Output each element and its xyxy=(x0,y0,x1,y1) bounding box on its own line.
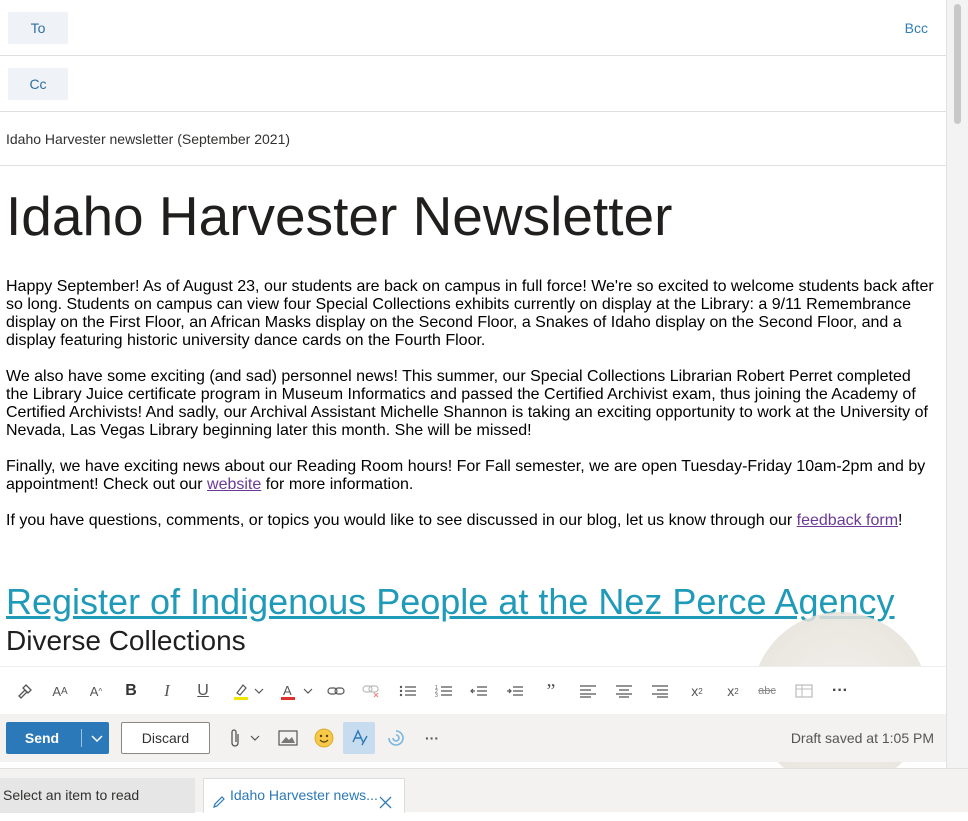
superscript-icon[interactable]: x2 xyxy=(684,679,710,703)
format-toolbar: AA A ^ B I U A 123 ” x2 x2 abc ··· xyxy=(0,666,946,714)
website-link[interactable]: website xyxy=(207,476,261,493)
bold-icon[interactable]: B xyxy=(118,679,144,703)
paragraph-4-tail: ! xyxy=(898,512,903,529)
to-row: To Bcc xyxy=(0,0,946,56)
format-painter-icon[interactable] xyxy=(12,679,38,703)
paragraph-4-text: If you have questions, comments, or topi… xyxy=(6,512,797,529)
scrollbar-thumb[interactable] xyxy=(954,4,961,124)
discard-button[interactable]: Discard xyxy=(121,722,210,754)
send-label: Send xyxy=(24,730,60,746)
paragraph-2: We also have some exciting (and sad) per… xyxy=(6,368,928,439)
subscript-icon[interactable]: x2 xyxy=(720,679,746,703)
paragraph-4: If you have questions, comments, or topi… xyxy=(6,512,934,530)
font-size-icon[interactable]: A ^ xyxy=(83,679,109,703)
align-right-icon[interactable] xyxy=(647,679,673,703)
insert-table-icon[interactable] xyxy=(791,679,817,703)
editor-icon[interactable] xyxy=(343,722,375,754)
send-divider xyxy=(81,729,82,747)
cc-button[interactable]: Cc xyxy=(8,68,68,100)
insert-picture-icon[interactable] xyxy=(276,726,300,750)
scrollbar[interactable] xyxy=(946,0,968,768)
strikethrough-icon[interactable]: abc xyxy=(754,679,780,703)
quote-icon[interactable]: ” xyxy=(538,679,564,703)
tab-draft[interactable]: Idaho Harvester news... xyxy=(203,778,405,813)
tab-reading-pane[interactable]: Select an item to read xyxy=(0,778,195,813)
feedback-form-link[interactable]: feedback form xyxy=(797,512,898,529)
pencil-icon xyxy=(212,788,226,821)
subject-text: Idaho Harvester newsletter (September 20… xyxy=(6,131,291,147)
attach-chevron-down-icon[interactable] xyxy=(246,726,264,750)
to-button[interactable]: To xyxy=(8,12,68,44)
draft-status: Draft saved at 1:05 PM xyxy=(790,730,934,746)
font-color-chevron-down-icon[interactable] xyxy=(298,679,318,703)
bcc-link[interactable]: Bcc xyxy=(905,20,928,36)
numbering-icon[interactable]: 123 xyxy=(431,679,457,703)
underline-icon[interactable]: U xyxy=(190,679,216,703)
align-left-icon[interactable] xyxy=(575,679,601,703)
emoji-icon[interactable] xyxy=(312,726,336,750)
subject-field[interactable]: Idaho Harvester newsletter (September 20… xyxy=(0,112,946,166)
more-options-icon[interactable]: ··· xyxy=(420,726,444,750)
svg-text:3: 3 xyxy=(435,693,438,698)
highlight-chevron-down-icon[interactable] xyxy=(249,679,269,703)
section-heading-link[interactable]: Register of Indigenous People at the Nez… xyxy=(6,580,934,624)
tab-bar: Select an item to read Idaho Harvester n… xyxy=(0,768,968,813)
more-formatting-icon[interactable]: ··· xyxy=(827,679,853,703)
message-body[interactable]: Idaho Harvester Newsletter Happy Septemb… xyxy=(6,180,934,666)
newsletter-heading: Idaho Harvester Newsletter xyxy=(6,185,673,247)
remove-link-icon[interactable] xyxy=(358,679,384,703)
close-icon[interactable] xyxy=(379,788,392,821)
paragraph-3-tail: for more information. xyxy=(261,476,414,493)
attach-icon[interactable] xyxy=(224,726,246,750)
action-toolbar: Send Discard ··· Draft saved at 1:05 PM xyxy=(0,714,946,762)
svg-text:A: A xyxy=(283,683,292,698)
link-icon[interactable] xyxy=(323,679,349,703)
font-icon[interactable]: AA xyxy=(47,679,73,703)
tab-draft-label: Idaho Harvester news... xyxy=(230,787,378,803)
bullets-icon[interactable] xyxy=(395,679,421,703)
loop-icon[interactable] xyxy=(384,726,408,750)
italic-icon[interactable]: I xyxy=(154,679,180,703)
cc-row: Cc xyxy=(0,56,946,112)
send-button[interactable]: Send xyxy=(6,722,109,754)
decrease-indent-icon[interactable] xyxy=(466,679,492,703)
align-center-icon[interactable] xyxy=(611,679,637,703)
paragraph-1: Happy September! As of August 23, our st… xyxy=(6,278,934,349)
increase-indent-icon[interactable] xyxy=(502,679,528,703)
paragraph-3-text: Finally, we have exciting news about our… xyxy=(6,458,926,493)
paragraph-3: Finally, we have exciting news about our… xyxy=(6,458,934,494)
send-options-chevron-down-icon[interactable] xyxy=(84,722,109,754)
